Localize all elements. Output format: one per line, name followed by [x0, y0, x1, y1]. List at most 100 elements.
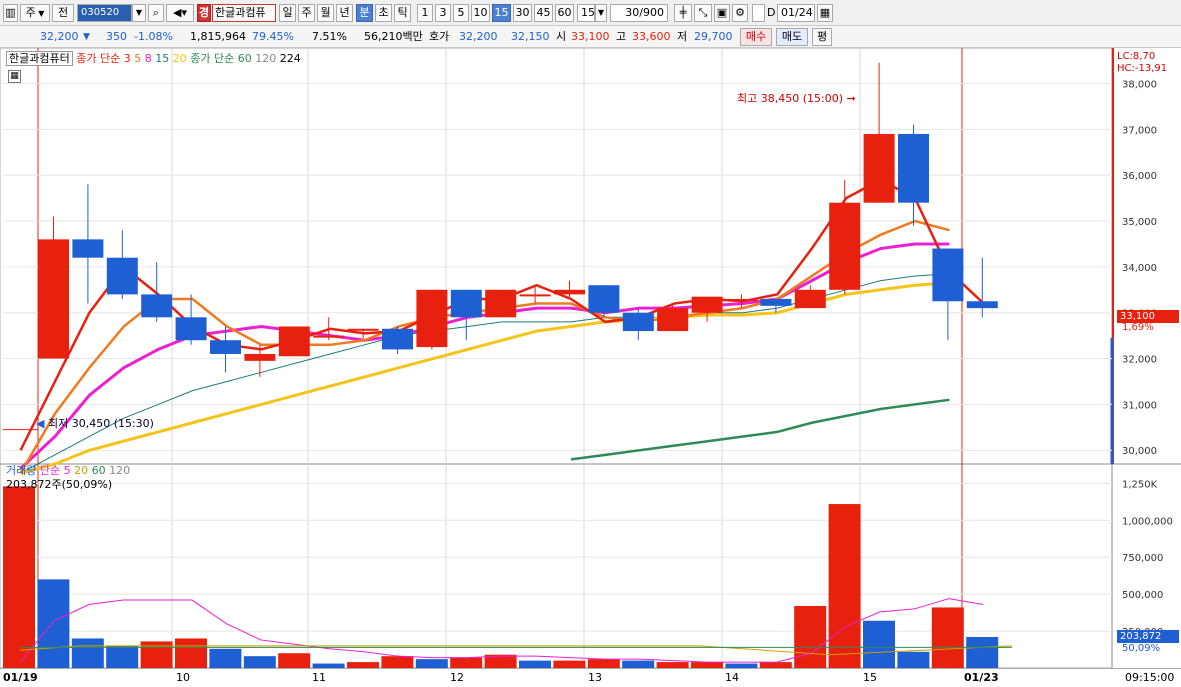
table-icon[interactable]: ▦	[8, 70, 21, 83]
candle-body	[794, 289, 826, 309]
period-day[interactable]: 일	[279, 4, 296, 22]
interval-5[interactable]: 5	[453, 4, 469, 22]
time-label-13: 13	[588, 671, 602, 684]
eval-button[interactable]: 평	[812, 28, 832, 46]
ma-period-5: 5	[134, 52, 142, 65]
candle-body	[382, 328, 413, 350]
high-label: 고	[616, 30, 627, 43]
volume-bar	[106, 645, 139, 668]
buy-button[interactable]: 매수	[740, 28, 772, 46]
volume-bar	[553, 660, 586, 668]
volume-bar	[278, 653, 311, 668]
chart-area: 30,00031,00032,00033,00034,00035,00036,0…	[0, 48, 1181, 687]
candle-body	[932, 248, 964, 302]
interval-select[interactable]: 15	[577, 4, 595, 22]
layout-icon[interactable]: ▥	[3, 4, 18, 22]
candle-body	[554, 289, 585, 295]
date-input[interactable]: 01/24	[777, 4, 815, 22]
low-annotation: ◀ 최저 30,450 (15:30)	[36, 417, 154, 431]
stock-name-label: 한글과컴퓨터	[6, 51, 73, 66]
price-tick-label: 30,000	[1122, 446, 1157, 457]
period-tick[interactable]: 틱	[394, 4, 411, 22]
period-week[interactable]: 주	[298, 4, 315, 22]
low-label: 저	[677, 30, 688, 43]
current-volume-tag: 203,872	[1117, 630, 1179, 643]
sell-button[interactable]: 매도	[776, 28, 808, 46]
volume-bar	[37, 579, 70, 668]
volume-info: 203,872주(50,09%)	[6, 478, 113, 491]
interval-3[interactable]: 3	[435, 4, 451, 22]
search-icon[interactable]: ⌕	[148, 4, 164, 22]
hc-value: HC:-13,91	[1117, 63, 1168, 74]
save-icon[interactable]: ▣	[714, 4, 730, 22]
stock-code-input[interactable]: 030520	[77, 4, 132, 22]
speaker-icon[interactable]: ◀▾	[166, 4, 194, 22]
candle-body	[726, 298, 757, 301]
interval-1[interactable]: 1	[417, 4, 433, 22]
period-month[interactable]: 월	[317, 4, 334, 22]
period-minute[interactable]: 분	[356, 4, 373, 22]
interval-60[interactable]: 60	[555, 4, 574, 22]
price-tick-label: 36,000	[1122, 171, 1157, 182]
volume-ma-5: 5	[63, 464, 71, 477]
warning-badge: 경	[197, 4, 211, 22]
draw-tool-icon[interactable]: ⤡	[694, 4, 712, 22]
candle-body	[829, 202, 861, 290]
interval-30[interactable]: 30	[513, 4, 532, 22]
interval-dropdown-icon[interactable]: ▼	[595, 4, 607, 22]
volume-bar	[622, 660, 655, 668]
lc-hc-info: LC:8,70 HC:-13,91	[1117, 51, 1167, 75]
chart-canvas: 30,00031,00032,00033,00034,00035,00036,0…	[0, 48, 1181, 669]
candle-body	[588, 285, 620, 313]
date-checkbox[interactable]	[752, 4, 765, 22]
period-second[interactable]: 초	[375, 4, 392, 22]
count-input[interactable]: 30/900	[610, 4, 668, 22]
candle-body	[519, 294, 551, 297]
candle-body	[347, 328, 379, 331]
candle-body	[72, 239, 104, 258]
ma-period-120: 120	[255, 52, 277, 65]
mode-select[interactable]: 주 ▼	[20, 4, 50, 22]
code-dropdown-icon[interactable]: ▼	[132, 4, 146, 22]
trade-amount: 56,210백만	[364, 30, 423, 43]
stock-name-field[interactable]: 한글과컴퓨	[212, 4, 276, 22]
candle-body	[622, 312, 654, 332]
candle-body	[141, 294, 173, 318]
chart-toolbar: ▥ 주 ▼ 전 030520 ▼ ⌕ ◀▾ 경 한글과컴퓨 일 주 월 년 분 …	[0, 0, 1181, 26]
candle-body	[416, 289, 448, 348]
compare-button[interactable]: 전	[52, 4, 74, 22]
interval-15[interactable]: 15	[492, 4, 511, 22]
high-annotation-text: 최고 38,450 (15:00)	[737, 92, 844, 105]
volume-bar	[175, 638, 207, 668]
period-year[interactable]: 년	[336, 4, 353, 22]
candle-body	[760, 298, 792, 306]
price-legend: 한글과컴퓨터 종가 단순 3 5 8 15 20 종가 단순 60 120 22…	[6, 51, 301, 66]
volume-ma-20: 20	[74, 464, 89, 477]
interval-10[interactable]: 10	[471, 4, 490, 22]
price-tick-label: 38,000	[1122, 80, 1157, 91]
candle-body	[38, 239, 69, 359]
candle-type-icon[interactable]: ╪	[674, 4, 692, 22]
low-price: 29,700	[694, 30, 733, 43]
candle-body	[313, 335, 345, 338]
date-check-label: D	[767, 6, 776, 19]
calendar-icon[interactable]: ▦	[817, 4, 833, 22]
time-label-11: 11	[312, 671, 326, 684]
volume-tick-label: 1,250K	[1122, 479, 1158, 490]
volume-label: 거래량	[6, 464, 37, 477]
open-price: 33,100	[571, 30, 610, 43]
volume-ratio: 79.45%	[252, 30, 294, 43]
price-tick-label: 32,000	[1122, 355, 1157, 366]
ma-period-60: 60	[237, 52, 252, 65]
interval-45[interactable]: 45	[534, 4, 553, 22]
time-axis: 01/19 10 11 12 13 14 15 01/23 09:15:00	[0, 668, 1181, 687]
chevron-down-icon: ▼	[35, 9, 45, 18]
candle-body	[450, 289, 482, 318]
current-pct-tag: 1,69%	[1122, 322, 1154, 333]
gear-icon[interactable]: ⚙	[732, 4, 748, 22]
volume-bar	[828, 504, 861, 668]
volume-bar	[863, 620, 895, 668]
price-tick-label: 31,000	[1122, 400, 1157, 411]
ask-price: 32,200	[459, 30, 498, 43]
candle-body	[691, 296, 723, 313]
